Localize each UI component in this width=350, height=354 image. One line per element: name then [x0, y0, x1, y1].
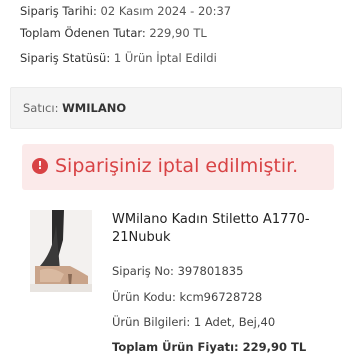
order-date-label: Sipariş Tarihi: — [20, 4, 97, 18]
order-status-row: Sipariş Statüsü: 1 Ürün İptal Edildi — [20, 51, 217, 65]
seller-box: Satıcı: WMILANO — [10, 87, 342, 129]
cancel-alert: ! Siparişiniz iptal edilmiştir. — [22, 144, 334, 190]
stiletto-shoe-icon — [30, 210, 92, 292]
seller-info: Satıcı: WMILANO — [23, 101, 126, 115]
order-date-value: 02 Kasım 2024 - 20:37 — [100, 4, 232, 18]
product-total-price: Toplam Ürün Fiyatı: 229,90 TL — [112, 340, 307, 354]
order-status-value: 1 Ürün İptal Edildi — [113, 51, 217, 65]
order-total-row: Toplam Ödenen Tutar: 229,90 TL — [20, 26, 207, 40]
seller-prefix: Satıcı: — [23, 101, 59, 115]
product-info: Ürün Bilgileri: 1 Adet, Bej,40 — [112, 315, 276, 329]
product-code: Ürün Kodu: kcm96728728 — [112, 290, 263, 304]
order-total-value: 229,90 TL — [149, 26, 207, 40]
exclamation-icon: ! — [32, 158, 48, 174]
order-total-label: Toplam Ödenen Tutar: — [20, 26, 146, 40]
product-image[interactable] — [30, 210, 92, 292]
product-order-no: Sipariş No: 397801835 — [112, 264, 244, 278]
seller-name-link[interactable]: WMILANO — [62, 101, 126, 115]
order-date-row: Sipariş Tarihi: 02 Kasım 2024 - 20:37 — [20, 4, 231, 18]
order-status-label: Sipariş Statüsü: — [20, 51, 111, 65]
product-title[interactable]: WMilano Kadın Stiletto A1770-21Nubuk — [112, 211, 342, 247]
cancel-alert-text: Siparişiniz iptal edilmiştir. — [55, 155, 299, 177]
